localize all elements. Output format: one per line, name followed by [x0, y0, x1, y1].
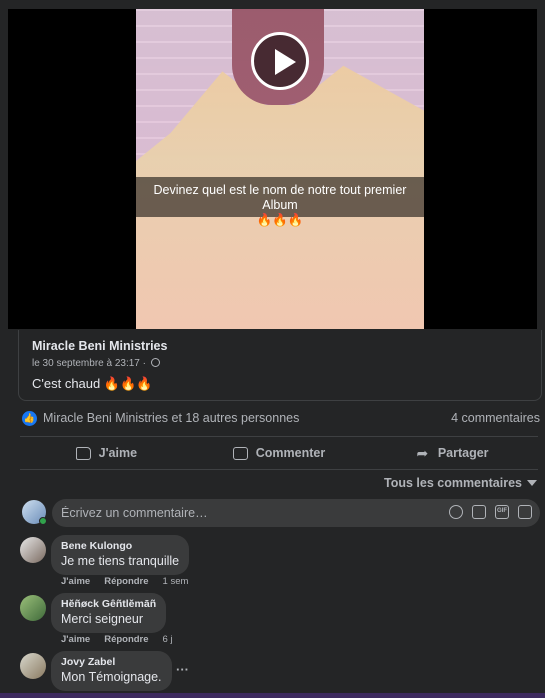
commenter-name[interactable]: Hĕñøck Gêñtlĕmāñ — [61, 598, 156, 611]
video-caption-emoji: 🔥🔥🔥 — [256, 213, 304, 227]
commenter-avatar[interactable] — [20, 537, 46, 563]
comment-like-link[interactable]: J'aime — [61, 576, 90, 587]
divider — [20, 469, 538, 470]
comment-bubble: Jovy Zabel Mon Témoignage. — [51, 651, 172, 691]
comment-button-label: Commenter — [255, 446, 326, 460]
emoji-icon[interactable] — [449, 505, 463, 519]
comment-time[interactable]: 6 j — [163, 634, 173, 645]
post-timestamp[interactable]: le 30 septembre à 23:17 · — [32, 358, 146, 369]
post-text: C'est chaud 🔥🔥🔥 — [32, 376, 153, 391]
reactions-summary[interactable]: Miracle Beni Ministries et 18 autres per… — [43, 411, 299, 425]
more-options-icon[interactable]: ··· — [176, 662, 189, 677]
comment-reply-link[interactable]: Répondre — [104, 576, 148, 587]
camera-icon[interactable] — [472, 505, 486, 519]
share-button[interactable]: ➦ Partager — [365, 438, 538, 468]
comment-bubble: Hĕñøck Gêñtlĕmāñ Merci seigneur — [51, 593, 167, 633]
commenter-avatar[interactable] — [20, 653, 46, 679]
online-status-dot — [39, 517, 47, 525]
caret-down-icon — [527, 480, 537, 486]
post-actions: J'aime Commenter ➦ Partager — [20, 438, 538, 468]
comment-bubble: Bene Kulongo Je me tiens tranquille — [51, 535, 190, 575]
play-icon[interactable] — [251, 32, 309, 90]
comment-bubble-icon — [232, 446, 248, 460]
commenter-avatar[interactable] — [20, 595, 46, 621]
comment-composer: GIF — [22, 499, 540, 527]
post-author[interactable]: Miracle Beni Ministries — [32, 339, 167, 353]
composer-icons: GIF — [449, 505, 532, 519]
sticker-icon[interactable] — [518, 505, 532, 519]
commenter-name[interactable]: Jovy Zabel — [61, 656, 162, 669]
reactions-row: 👍 Miracle Beni Ministries et 18 autres p… — [22, 409, 540, 427]
like-reaction-icon[interactable]: 👍 — [22, 411, 37, 426]
comment-reply-link[interactable]: Répondre — [104, 634, 148, 645]
comment-text: Merci seigneur — [61, 612, 143, 626]
video-caption: Devinez quel est le nom de notre tout pr… — [136, 177, 424, 227]
comment-actions: J'aime Répondre 6 j — [61, 634, 187, 645]
comments-filter[interactable]: Tous les commentaires — [384, 476, 537, 490]
comments-filter-label: Tous les commentaires — [383, 476, 522, 490]
video-caption-line1: Devinez quel est le nom de notre tout pr… — [153, 183, 407, 212]
share-button-label: Partager — [437, 446, 489, 460]
globe-icon — [150, 358, 160, 367]
post-meta: le 30 septembre à 23:17 · — [32, 358, 160, 369]
bottom-bar — [0, 693, 545, 698]
like-button[interactable]: J'aime — [20, 438, 193, 468]
comment-button[interactable]: Commenter — [193, 438, 366, 468]
gif-icon[interactable]: GIF — [495, 505, 509, 519]
comment-time[interactable]: 1 sem — [163, 576, 189, 587]
thumbs-up-icon — [75, 446, 91, 460]
share-arrow-icon: ➦ — [416, 444, 429, 461]
comments-count[interactable]: 4 commentaires — [451, 411, 540, 425]
comment-actions: J'aime Répondre 1 sem — [61, 576, 202, 587]
commenter-name[interactable]: Bene Kulongo — [61, 540, 179, 553]
comment-text: Je me tiens tranquille — [61, 554, 180, 568]
divider — [20, 436, 538, 437]
shared-post-card[interactable]: Miracle Beni Ministries le 30 septembre … — [18, 330, 542, 401]
video-player[interactable]: Devinez quel est le nom de notre tout pr… — [8, 9, 537, 329]
like-button-label: J'aime — [98, 446, 138, 460]
comment-text: Mon Témoignage. — [61, 670, 162, 684]
comment-like-link[interactable]: J'aime — [61, 634, 90, 645]
